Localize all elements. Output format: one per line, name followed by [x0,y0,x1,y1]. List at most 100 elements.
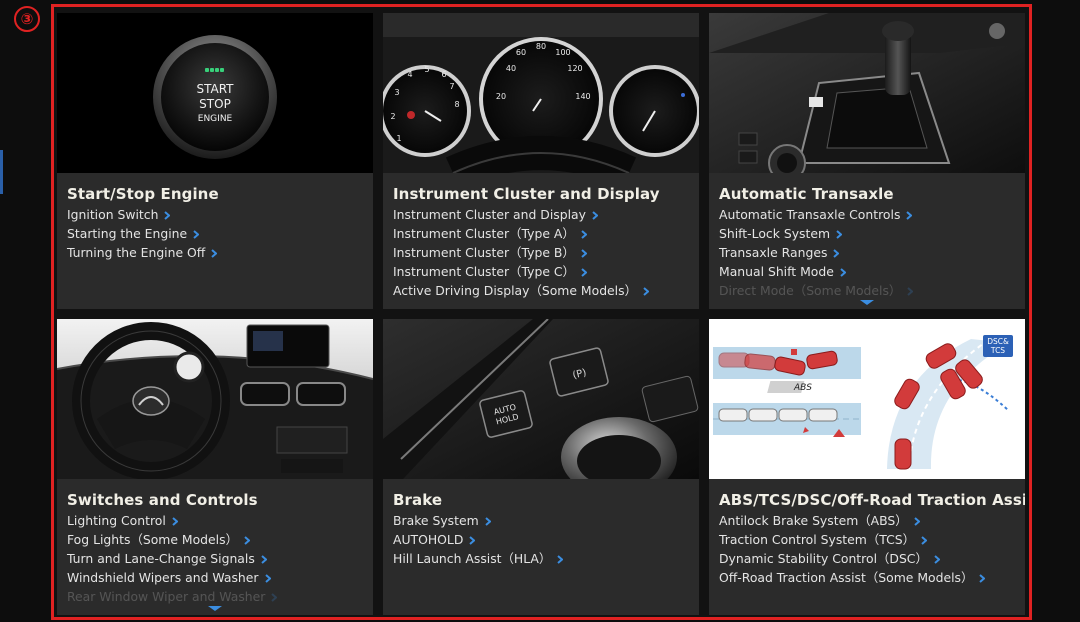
link-instrument-cluster-type-c[interactable]: Instrument Cluster（Type C） [393,263,689,282]
link-automatic-transaxle-controls[interactable]: Automatic Transaxle Controls [719,206,1015,225]
chevron-right-icon [836,226,843,244]
card-start-stop-engine: START STOP ENGINE Start/Stop Engine Igni… [57,13,373,309]
chevron-right-icon [581,264,588,282]
link-active-driving-display[interactable]: Active Driving Display（Some Models） [393,282,689,301]
card-brake: (P) AUTO HOLD Brake Brake System AUTOHOL… [383,319,699,615]
chevron-right-icon [172,513,179,531]
svg-text:120: 120 [567,64,582,73]
link-manual-shift-mode[interactable]: Manual Shift Mode [719,263,1015,282]
link-windshield-wipers-and-washer[interactable]: Windshield Wipers and Washer [67,569,363,588]
abs-tcs-diagram-image[interactable]: ABS DSC& TCS [709,319,1025,479]
expand-more-icon[interactable] [208,606,222,611]
chevron-right-icon [907,283,914,301]
link-shift-lock-system[interactable]: Shift-Lock System [719,225,1015,244]
svg-text:20: 20 [496,92,506,101]
link-list: Lighting Control Fog Lights（Some Models）… [67,512,363,607]
link-ignition-switch[interactable]: Ignition Switch [67,206,363,225]
link-turning-the-engine-off[interactable]: Turning the Engine Off [67,244,363,263]
card-title[interactable]: Switches and Controls [67,489,363,511]
chevron-right-icon [193,226,200,244]
card-automatic-transaxle: Automatic Transaxle Automatic Transaxle … [709,13,1025,309]
svg-text:4: 4 [407,70,412,79]
gear-shifter-image[interactable] [709,13,1025,173]
chevron-right-icon [979,570,986,588]
chevron-right-icon [934,551,941,569]
chevron-right-icon [592,207,599,225]
link-instrument-cluster-type-b[interactable]: Instrument Cluster（Type B） [393,244,689,263]
card-title[interactable]: ABS/TCS/DSC/Off-Road Traction Assist [719,489,1025,511]
link-brake-system[interactable]: Brake System [393,512,689,531]
link-lighting-control[interactable]: Lighting Control [67,512,363,531]
svg-text:3: 3 [394,88,399,97]
link-direct-mode[interactable]: Direct Mode（Some Models） [719,282,1015,301]
card-body: Automatic Transaxle Automatic Transaxle … [709,173,1025,309]
abs-label: ABS [793,383,812,393]
chevron-right-icon [271,589,278,607]
link-transaxle-ranges[interactable]: Transaxle Ranges [719,244,1015,263]
link-fog-lights[interactable]: Fog Lights（Some Models） [67,531,363,550]
dashboard-image[interactable] [57,319,373,479]
svg-text:5: 5 [424,65,429,74]
left-accent-bar [0,150,3,194]
chevron-right-icon [840,264,847,282]
chevron-right-icon [557,551,564,569]
link-rear-window-wiper-and-washer[interactable]: Rear Window Wiper and Washer [67,588,363,607]
card-body: Brake Brake System AUTOHOLD Hill Launch … [383,479,699,615]
card-body: Start/Stop Engine Ignition Switch Starti… [57,173,373,309]
link-traction-control-system[interactable]: Traction Control System（TCS） [719,531,1015,550]
link-autohold[interactable]: AUTOHOLD [393,531,689,550]
chevron-right-icon [469,532,476,550]
start-stop-button-image[interactable]: START STOP ENGINE [57,13,373,173]
link-list: Automatic Transaxle Controls Shift-Lock … [719,206,1015,301]
link-starting-the-engine[interactable]: Starting the Engine [67,225,363,244]
chevron-right-icon [244,532,251,550]
chevron-right-icon [643,283,650,301]
svg-text:60: 60 [516,48,526,57]
chevron-right-icon [485,513,492,531]
link-antilock-brake-system[interactable]: Antilock Brake System（ABS） [719,512,1015,531]
svg-text:6: 6 [441,70,446,79]
dsc-badge-line1: DSC& [987,337,1009,346]
brake-controls-image[interactable]: (P) AUTO HOLD [383,319,699,479]
expand-more-icon[interactable] [860,300,874,305]
dsc-badge-line2: TCS [990,346,1005,355]
link-list: Instrument Cluster and Display Instrumen… [393,206,689,301]
card-switches-and-controls: Switches and Controls Lighting Control F… [57,319,373,615]
chevron-right-icon [833,245,840,263]
svg-text:80: 80 [536,42,546,51]
svg-text:7: 7 [449,82,454,91]
chevron-right-icon [914,513,921,531]
card-title[interactable]: Instrument Cluster and Display [393,183,689,205]
card-title[interactable]: Start/Stop Engine [67,183,363,205]
chevron-right-icon [581,226,588,244]
link-off-road-traction-assist[interactable]: Off-Road Traction Assist（Some Models） [719,569,1015,588]
start-label: START [196,82,234,96]
link-instrument-cluster-type-a[interactable]: Instrument Cluster（Type A） [393,225,689,244]
engine-label: ENGINE [198,114,233,124]
chevron-right-icon [906,207,913,225]
link-instrument-cluster-and-display[interactable]: Instrument Cluster and Display [393,206,689,225]
link-hill-launch-assist[interactable]: Hill Launch Assist（HLA） [393,550,689,569]
card-grid: START STOP ENGINE Start/Stop Engine Igni… [57,13,1025,615]
card-abs-tcs-dsc: ABS DSC& TCS ABS/TCS/DSC/Off-Road Tracti… [709,319,1025,615]
chevron-right-icon [261,551,268,569]
chevron-right-icon [921,532,928,550]
card-body: ABS/TCS/DSC/Off-Road Traction Assist Ant… [709,479,1025,615]
link-turn-and-lane-change-signals[interactable]: Turn and Lane-Change Signals [67,550,363,569]
link-dynamic-stability-control[interactable]: Dynamic Stability Control（DSC） [719,550,1015,569]
instrument-cluster-image[interactable]: 1 2 3 4 5 6 7 8 20 40 60 80 100 120 140 [383,13,699,173]
card-title[interactable]: Automatic Transaxle [719,183,1015,205]
card-instrument-cluster: 1 2 3 4 5 6 7 8 20 40 60 80 100 120 140 … [383,13,699,309]
svg-text:140: 140 [575,92,590,101]
highlight-frame: START STOP ENGINE Start/Stop Engine Igni… [51,4,1032,620]
card-body: Instrument Cluster and Display Instrumen… [383,173,699,309]
stop-label: STOP [199,97,231,111]
chevron-right-icon [581,245,588,263]
link-list: Ignition Switch Starting the Engine Turn… [67,206,363,263]
svg-text:40: 40 [506,64,516,73]
chevron-right-icon [164,207,171,225]
card-title[interactable]: Brake [393,489,689,511]
card-body: Switches and Controls Lighting Control F… [57,479,373,615]
svg-text:8: 8 [454,100,459,109]
link-list: Antilock Brake System（ABS） Traction Cont… [719,512,1015,588]
